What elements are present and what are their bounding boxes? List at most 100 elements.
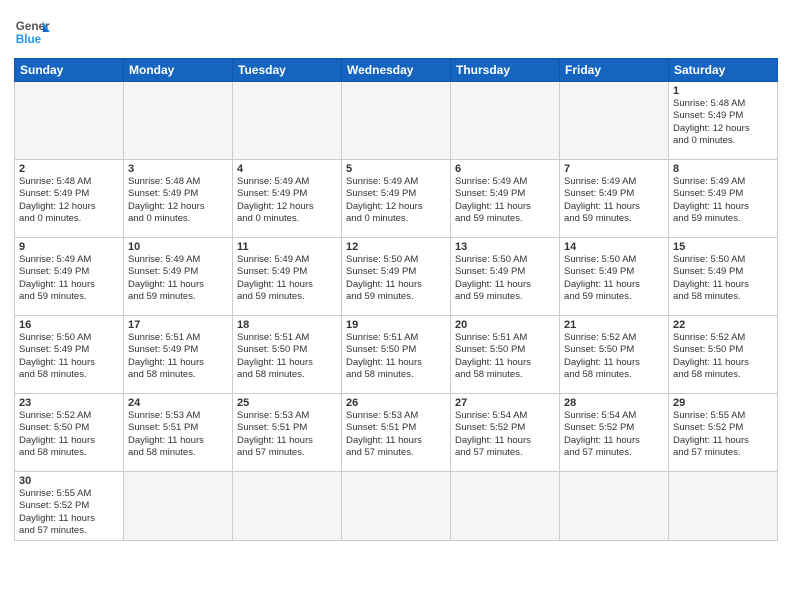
day-number: 12	[346, 241, 446, 253]
day-number: 27	[455, 397, 555, 409]
day-info: Sunrise: 5:50 AM Sunset: 5:49 PM Dayligh…	[455, 254, 555, 303]
day-number: 20	[455, 319, 555, 331]
day-info: Sunrise: 5:51 AM Sunset: 5:50 PM Dayligh…	[346, 332, 446, 381]
calendar-cell	[124, 472, 233, 541]
calendar-cell	[342, 82, 451, 160]
calendar-cell: 30Sunrise: 5:55 AM Sunset: 5:52 PM Dayli…	[15, 472, 124, 541]
day-info: Sunrise: 5:50 AM Sunset: 5:49 PM Dayligh…	[673, 254, 773, 303]
day-number: 29	[673, 397, 773, 409]
day-number: 9	[19, 241, 119, 253]
day-info: Sunrise: 5:51 AM Sunset: 5:50 PM Dayligh…	[237, 332, 337, 381]
calendar-cell: 15Sunrise: 5:50 AM Sunset: 5:49 PM Dayli…	[669, 238, 778, 316]
calendar-cell: 18Sunrise: 5:51 AM Sunset: 5:50 PM Dayli…	[233, 316, 342, 394]
calendar-cell: 27Sunrise: 5:54 AM Sunset: 5:52 PM Dayli…	[451, 394, 560, 472]
calendar-cell: 7Sunrise: 5:49 AM Sunset: 5:49 PM Daylig…	[560, 160, 669, 238]
calendar-cell: 1Sunrise: 5:48 AM Sunset: 5:49 PM Daylig…	[669, 82, 778, 160]
day-info: Sunrise: 5:50 AM Sunset: 5:49 PM Dayligh…	[19, 332, 119, 381]
calendar-cell: 23Sunrise: 5:52 AM Sunset: 5:50 PM Dayli…	[15, 394, 124, 472]
weekday-header-wednesday: Wednesday	[342, 59, 451, 82]
calendar-cell	[560, 82, 669, 160]
calendar-cell	[669, 472, 778, 541]
day-number: 30	[19, 475, 119, 487]
weekday-header-tuesday: Tuesday	[233, 59, 342, 82]
day-info: Sunrise: 5:49 AM Sunset: 5:49 PM Dayligh…	[455, 176, 555, 225]
calendar-cell: 4Sunrise: 5:49 AM Sunset: 5:49 PM Daylig…	[233, 160, 342, 238]
calendar-cell: 25Sunrise: 5:53 AM Sunset: 5:51 PM Dayli…	[233, 394, 342, 472]
calendar-cell: 26Sunrise: 5:53 AM Sunset: 5:51 PM Dayli…	[342, 394, 451, 472]
day-info: Sunrise: 5:50 AM Sunset: 5:49 PM Dayligh…	[564, 254, 664, 303]
day-number: 15	[673, 241, 773, 253]
weekday-header-sunday: Sunday	[15, 59, 124, 82]
day-number: 21	[564, 319, 664, 331]
calendar-cell	[451, 472, 560, 541]
day-number: 24	[128, 397, 228, 409]
week-row-4: 23Sunrise: 5:52 AM Sunset: 5:50 PM Dayli…	[15, 394, 778, 472]
day-info: Sunrise: 5:49 AM Sunset: 5:49 PM Dayligh…	[19, 254, 119, 303]
weekday-header-monday: Monday	[124, 59, 233, 82]
day-number: 5	[346, 163, 446, 175]
day-number: 16	[19, 319, 119, 331]
day-info: Sunrise: 5:52 AM Sunset: 5:50 PM Dayligh…	[673, 332, 773, 381]
day-info: Sunrise: 5:51 AM Sunset: 5:50 PM Dayligh…	[455, 332, 555, 381]
calendar-cell: 5Sunrise: 5:49 AM Sunset: 5:49 PM Daylig…	[342, 160, 451, 238]
calendar-cell: 14Sunrise: 5:50 AM Sunset: 5:49 PM Dayli…	[560, 238, 669, 316]
calendar-cell	[15, 82, 124, 160]
calendar-cell	[233, 82, 342, 160]
day-number: 22	[673, 319, 773, 331]
calendar-cell	[451, 82, 560, 160]
day-info: Sunrise: 5:50 AM Sunset: 5:49 PM Dayligh…	[346, 254, 446, 303]
day-info: Sunrise: 5:51 AM Sunset: 5:49 PM Dayligh…	[128, 332, 228, 381]
calendar-cell: 9Sunrise: 5:49 AM Sunset: 5:49 PM Daylig…	[15, 238, 124, 316]
weekday-header-saturday: Saturday	[669, 59, 778, 82]
day-info: Sunrise: 5:53 AM Sunset: 5:51 PM Dayligh…	[346, 410, 446, 459]
calendar-cell	[233, 472, 342, 541]
day-number: 6	[455, 163, 555, 175]
calendar-cell: 12Sunrise: 5:50 AM Sunset: 5:49 PM Dayli…	[342, 238, 451, 316]
day-number: 7	[564, 163, 664, 175]
day-number: 23	[19, 397, 119, 409]
day-info: Sunrise: 5:53 AM Sunset: 5:51 PM Dayligh…	[237, 410, 337, 459]
day-number: 17	[128, 319, 228, 331]
calendar-cell: 22Sunrise: 5:52 AM Sunset: 5:50 PM Dayli…	[669, 316, 778, 394]
day-info: Sunrise: 5:48 AM Sunset: 5:49 PM Dayligh…	[19, 176, 119, 225]
calendar-cell: 16Sunrise: 5:50 AM Sunset: 5:49 PM Dayli…	[15, 316, 124, 394]
day-info: Sunrise: 5:54 AM Sunset: 5:52 PM Dayligh…	[455, 410, 555, 459]
week-row-0: 1Sunrise: 5:48 AM Sunset: 5:49 PM Daylig…	[15, 82, 778, 160]
calendar-cell: 8Sunrise: 5:49 AM Sunset: 5:49 PM Daylig…	[669, 160, 778, 238]
week-row-3: 16Sunrise: 5:50 AM Sunset: 5:49 PM Dayli…	[15, 316, 778, 394]
day-info: Sunrise: 5:54 AM Sunset: 5:52 PM Dayligh…	[564, 410, 664, 459]
day-number: 2	[19, 163, 119, 175]
day-number: 13	[455, 241, 555, 253]
day-info: Sunrise: 5:49 AM Sunset: 5:49 PM Dayligh…	[237, 176, 337, 225]
calendar-cell	[124, 82, 233, 160]
calendar-cell: 10Sunrise: 5:49 AM Sunset: 5:49 PM Dayli…	[124, 238, 233, 316]
weekday-header-friday: Friday	[560, 59, 669, 82]
calendar-cell: 19Sunrise: 5:51 AM Sunset: 5:50 PM Dayli…	[342, 316, 451, 394]
day-number: 11	[237, 241, 337, 253]
day-number: 1	[673, 85, 773, 97]
calendar-cell: 6Sunrise: 5:49 AM Sunset: 5:49 PM Daylig…	[451, 160, 560, 238]
day-info: Sunrise: 5:52 AM Sunset: 5:50 PM Dayligh…	[564, 332, 664, 381]
calendar-cell: 21Sunrise: 5:52 AM Sunset: 5:50 PM Dayli…	[560, 316, 669, 394]
calendar-cell: 24Sunrise: 5:53 AM Sunset: 5:51 PM Dayli…	[124, 394, 233, 472]
day-info: Sunrise: 5:49 AM Sunset: 5:49 PM Dayligh…	[237, 254, 337, 303]
day-number: 26	[346, 397, 446, 409]
day-info: Sunrise: 5:48 AM Sunset: 5:49 PM Dayligh…	[673, 98, 773, 147]
day-info: Sunrise: 5:48 AM Sunset: 5:49 PM Dayligh…	[128, 176, 228, 225]
day-number: 3	[128, 163, 228, 175]
day-info: Sunrise: 5:49 AM Sunset: 5:49 PM Dayligh…	[673, 176, 773, 225]
calendar: SundayMondayTuesdayWednesdayThursdayFrid…	[14, 58, 778, 541]
day-info: Sunrise: 5:53 AM Sunset: 5:51 PM Dayligh…	[128, 410, 228, 459]
day-number: 28	[564, 397, 664, 409]
day-number: 18	[237, 319, 337, 331]
day-info: Sunrise: 5:55 AM Sunset: 5:52 PM Dayligh…	[19, 488, 119, 537]
day-info: Sunrise: 5:55 AM Sunset: 5:52 PM Dayligh…	[673, 410, 773, 459]
svg-text:Blue: Blue	[16, 33, 42, 46]
calendar-cell	[560, 472, 669, 541]
day-number: 10	[128, 241, 228, 253]
day-number: 4	[237, 163, 337, 175]
calendar-cell	[342, 472, 451, 541]
week-row-2: 9Sunrise: 5:49 AM Sunset: 5:49 PM Daylig…	[15, 238, 778, 316]
calendar-cell: 29Sunrise: 5:55 AM Sunset: 5:52 PM Dayli…	[669, 394, 778, 472]
calendar-cell: 28Sunrise: 5:54 AM Sunset: 5:52 PM Dayli…	[560, 394, 669, 472]
